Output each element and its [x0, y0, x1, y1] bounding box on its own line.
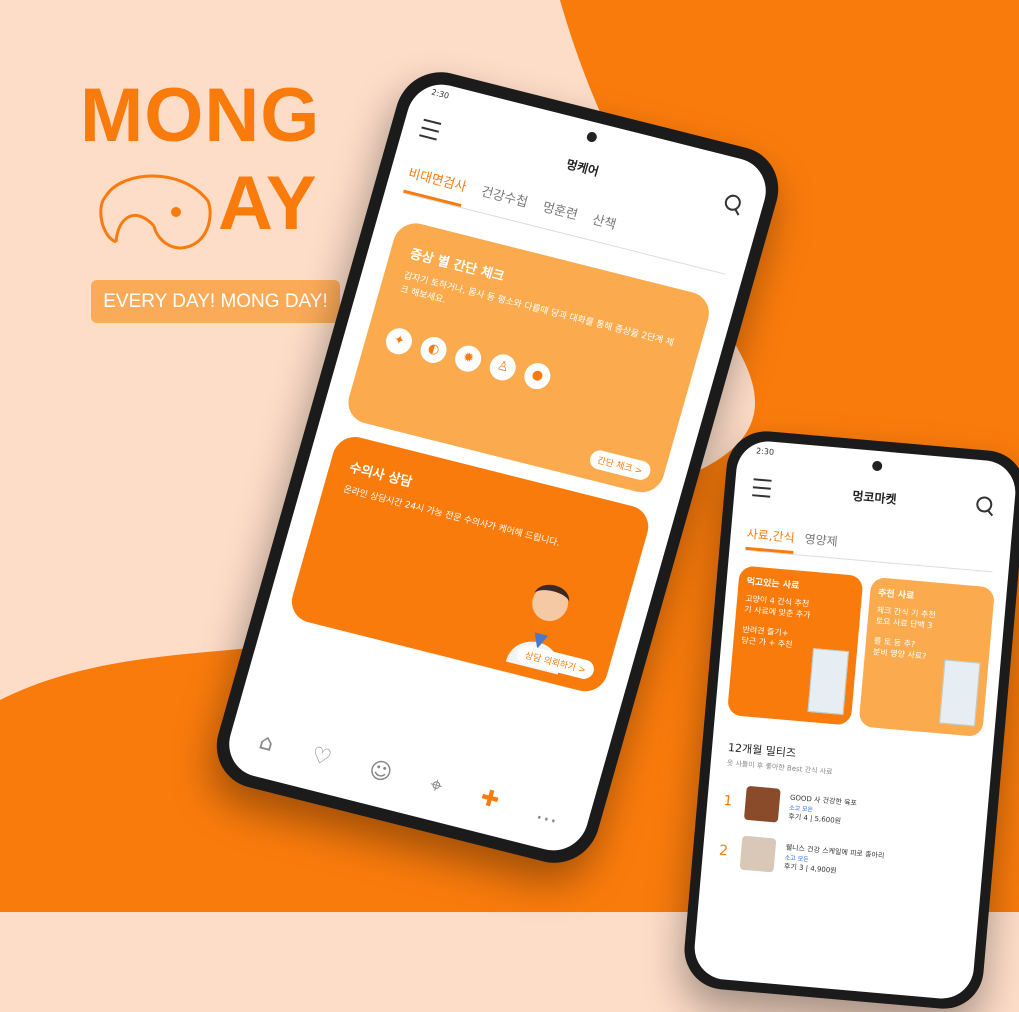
- bone-icon[interactable]: ✚: [477, 785, 502, 814]
- status-time: 2:30: [755, 446, 775, 457]
- simple-check-button[interactable]: 간단 체크 >: [587, 448, 653, 482]
- tab-training[interactable]: 멍훈련: [537, 193, 581, 235]
- tab-remote-check[interactable]: 비대면검사: [403, 159, 470, 207]
- tab-health-note[interactable]: 건강수첩: [476, 178, 531, 223]
- brand-line1: MONG: [80, 73, 321, 158]
- tab-bar: 사료,간식 영양제: [745, 521, 995, 573]
- app-header: 멍코마켓: [733, 467, 1015, 531]
- recommended-food-desc: 체크 간식 기 추천 토요 사료 단백 3 를 토 등 추? 분비 영양 사료?: [872, 605, 936, 661]
- dog-face-icon: [99, 174, 212, 250]
- heart-icon[interactable]: ♡: [308, 742, 334, 771]
- app-title: 멍코마켓: [851, 488, 898, 507]
- chat-icon[interactable]: …: [534, 799, 562, 829]
- tab-walk[interactable]: 산책: [587, 206, 619, 245]
- food-cards: 먹고있는 사료 고양이 4 간식 추천 기 사료에 맞춘 추가 반려견 즐기+ …: [726, 565, 996, 738]
- product-info: 웰니스 건강 스케일에 피로 종아리 소고 모든 후기 3 | 4,900원: [784, 842, 885, 880]
- camera-dot: [871, 460, 883, 472]
- tab-food-snack[interactable]: 사료,간식: [745, 521, 796, 554]
- pill-icon[interactable]: ✦: [382, 325, 416, 358]
- dog-icon[interactable]: ☺: [366, 757, 395, 787]
- food-bag-image: [939, 659, 981, 727]
- capsule-icon[interactable]: ◐: [417, 334, 450, 366]
- poop-icon[interactable]: ●: [521, 360, 554, 392]
- rank-number: 1: [722, 792, 734, 810]
- phone-mongmarket: 2:30 멍코마켓 사료,간식 영양제 먹고있는 사료 고양이 4 간식 추천 …: [681, 427, 1019, 1012]
- ranking-section: 12개월 밀티즈 옷 사들이 후 좋아한 Best 간식 사료 1 GOOD 사…: [718, 739, 980, 889]
- status-time: 2:30: [430, 87, 451, 101]
- slogan-badge: EVERY DAY! MONG DAY!: [91, 280, 340, 323]
- recommended-food-title: 추천 사료: [877, 588, 915, 602]
- product-thumbnail: [739, 835, 777, 873]
- rank-number: 2: [718, 842, 729, 860]
- list-item[interactable]: 2 웰니스 건강 스케일에 피로 종아리 소고 모든 후기 3 | 4,900원: [718, 834, 972, 890]
- list-item[interactable]: 1 GOOD 사 건강한 육포 소고 모든 후기 4 | 5,600원: [722, 784, 976, 840]
- brand-line2: AY: [218, 161, 317, 246]
- brand-logo: MONG AY: [80, 73, 321, 242]
- product-info: GOOD 사 건강한 육포 소고 모든 후기 4 | 5,600원: [788, 792, 857, 827]
- tab-supplement[interactable]: 영양제: [803, 527, 838, 558]
- phone2-screen: 2:30 멍코마켓 사료,간식 영양제 먹고있는 사료 고양이 4 간식 추천 …: [692, 438, 1018, 1002]
- product-thumbnail: [743, 785, 781, 823]
- food-bag-image: [807, 648, 849, 715]
- camera-dot: [585, 130, 598, 143]
- recommended-food-card[interactable]: 추천 사료 체크 간식 기 추천 토요 사료 단백 3 를 토 등 추? 분비 …: [858, 576, 996, 738]
- current-food-desc: 고양이 4 간식 추천 기 사료에 맞춘 추가 반려견 즐기+ 당근 가 + 추…: [741, 593, 811, 650]
- map-icon[interactable]: ⌖: [427, 772, 446, 799]
- tooth-icon[interactable]: ♙: [486, 351, 519, 384]
- current-food-title: 먹고있는 사료: [746, 577, 800, 592]
- virus-icon[interactable]: ✹: [452, 342, 485, 375]
- home-icon[interactable]: ⌂: [256, 729, 276, 757]
- current-food-card[interactable]: 먹고있는 사료 고양이 4 간식 추천 기 사료에 맞춘 추가 반려견 즐기+ …: [726, 565, 864, 726]
